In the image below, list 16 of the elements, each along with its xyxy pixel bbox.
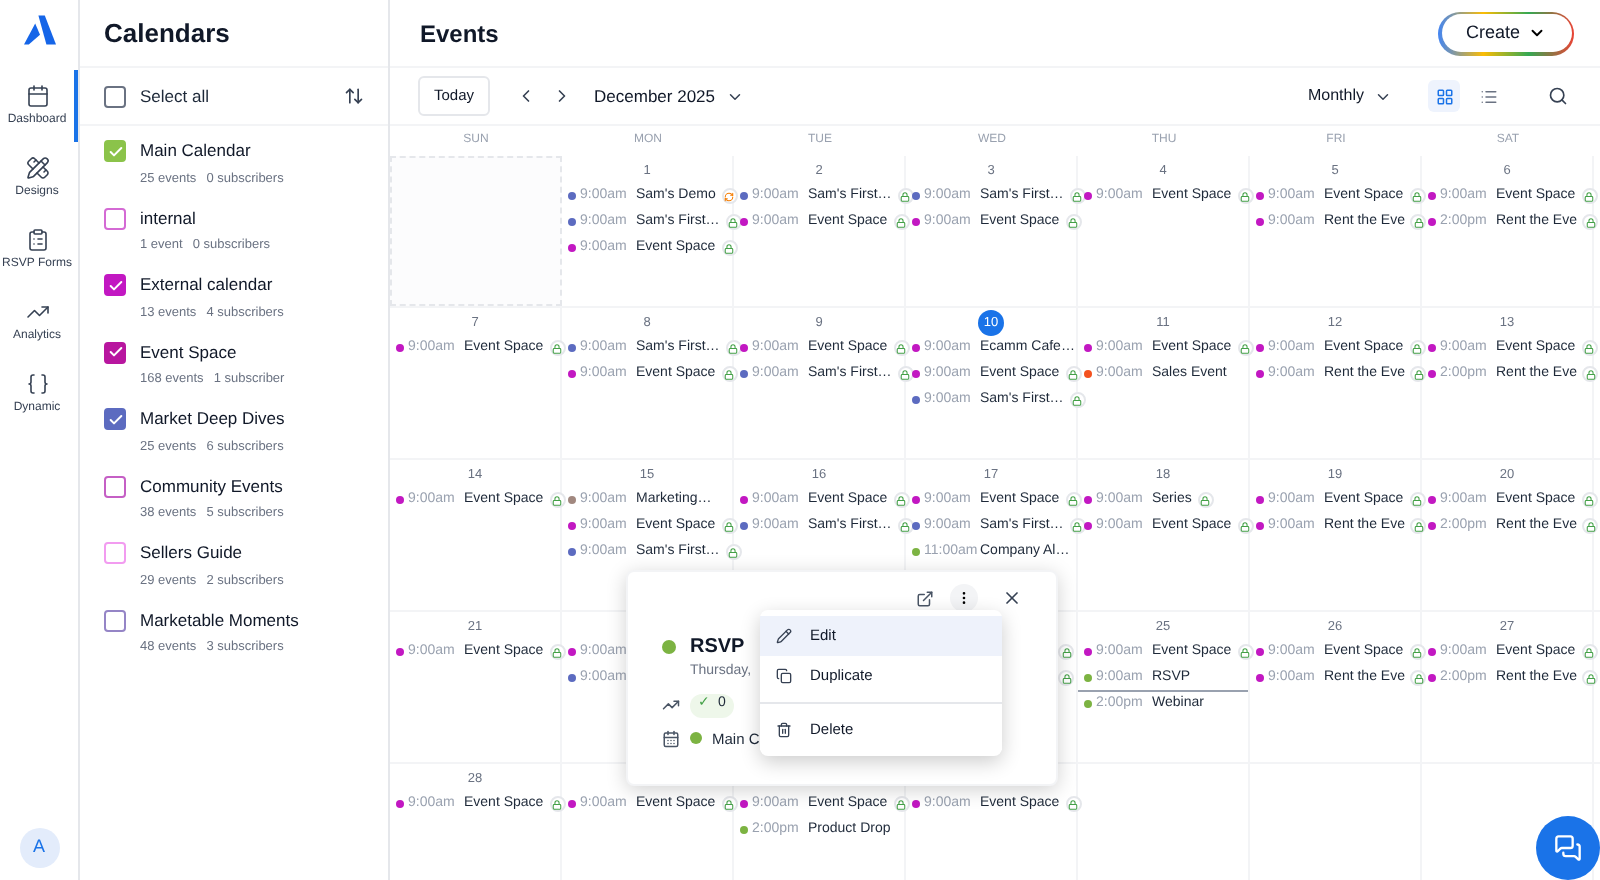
calendar-name[interactable]: internal xyxy=(140,205,270,231)
calendar-name[interactable]: Community Events xyxy=(140,473,284,499)
calendar-name[interactable]: External calendar xyxy=(140,272,284,298)
month-label[interactable]: December 2025 xyxy=(594,83,715,109)
create-button[interactable]: Create xyxy=(1438,11,1574,55)
event-title: RSVP xyxy=(690,634,745,662)
page-title: Events xyxy=(420,17,499,51)
sidebar-title: Calendars xyxy=(104,15,230,52)
calendar-name[interactable]: Market Deep Dives xyxy=(140,406,285,432)
calendar-name[interactable]: Sellers Guide xyxy=(140,540,284,566)
view-select[interactable]: Monthly xyxy=(1307,84,1364,108)
calendar-name[interactable]: Marketable Moments xyxy=(140,607,299,633)
select-all-label[interactable]: Select all xyxy=(140,83,209,109)
avatar[interactable]: A xyxy=(19,828,59,868)
calendar-name[interactable]: Main Calendar xyxy=(140,138,284,164)
calendar-name[interactable]: Event Space xyxy=(140,339,285,365)
